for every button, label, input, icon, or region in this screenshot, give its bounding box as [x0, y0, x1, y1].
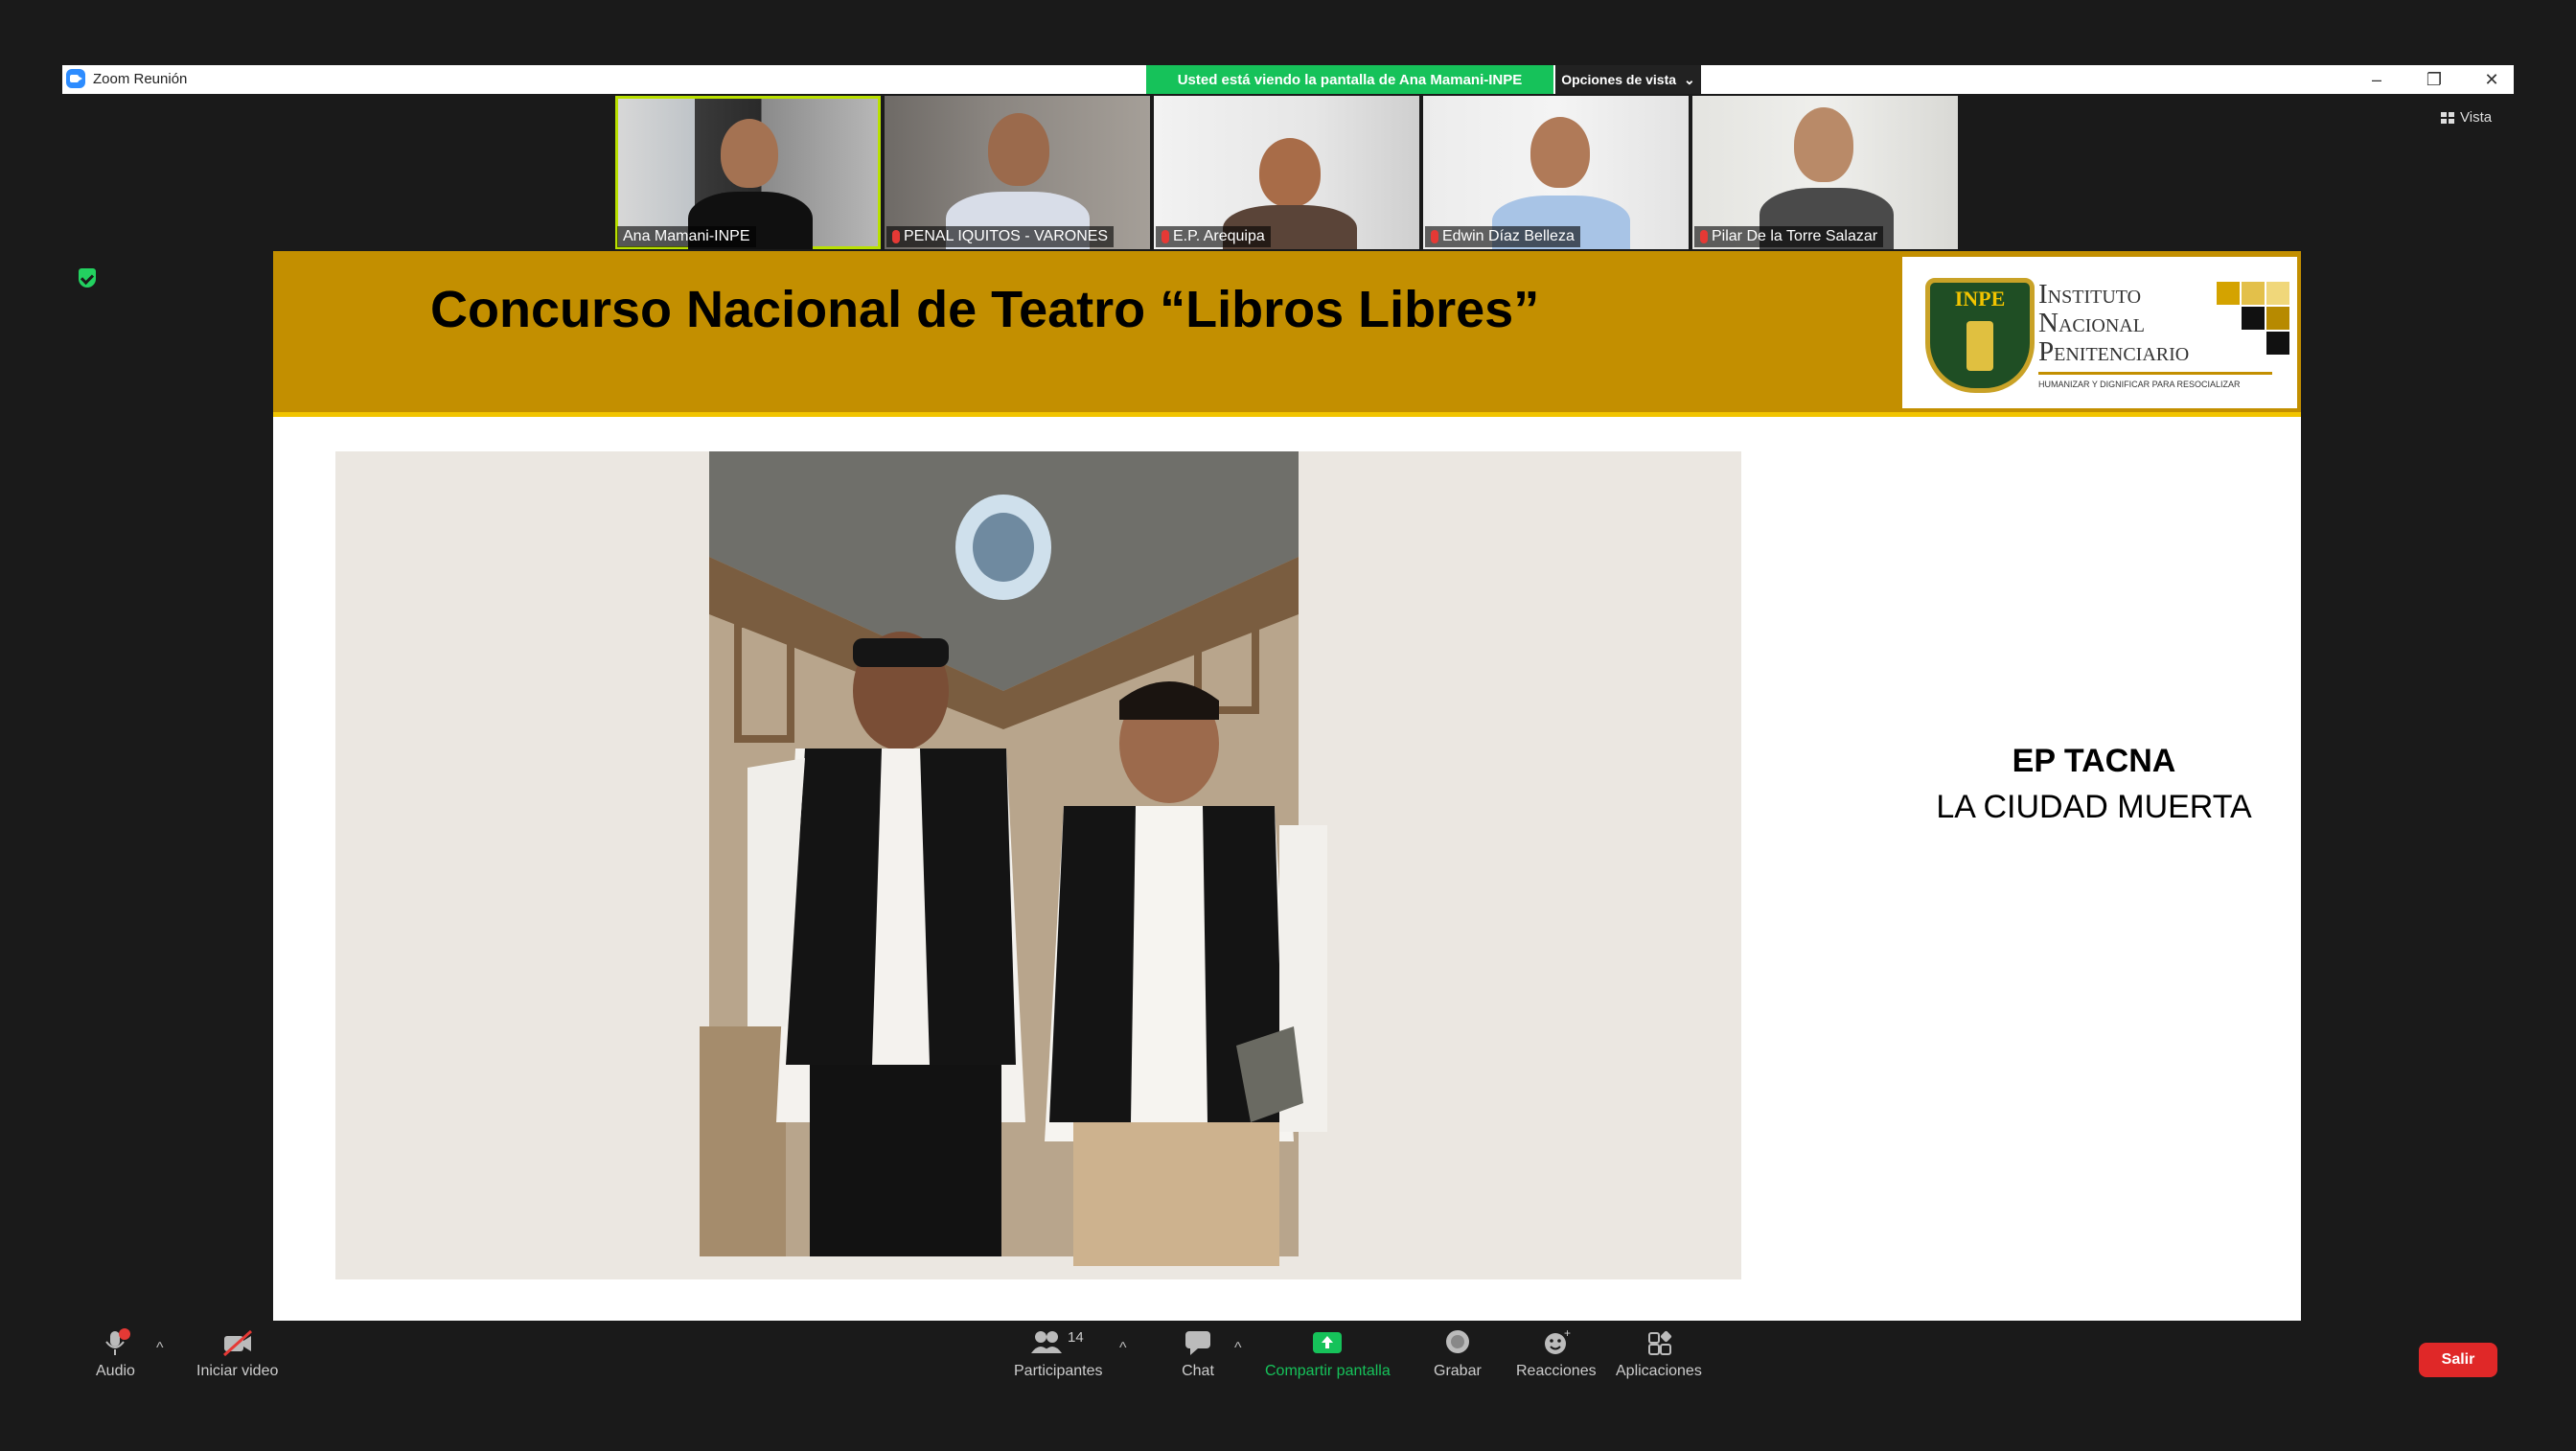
participant-name: Pilar De la Torre Salazar: [1694, 226, 1884, 247]
audio-button[interactable]: Audio: [96, 1328, 135, 1380]
reactions-button[interactable]: + Reacciones: [1516, 1326, 1597, 1380]
audio-options-caret[interactable]: ^: [156, 1340, 164, 1357]
slide-title: Concurso Nacional de Teatro “Libros Libr…: [430, 281, 1540, 338]
participant-tile[interactable]: E.P. Arequipa: [1154, 96, 1419, 249]
participant-name: Edwin Díaz Belleza: [1425, 226, 1580, 247]
close-icon[interactable]: ✕: [2481, 70, 2502, 90]
participant-face: [1794, 107, 1853, 182]
play-photo-illustration: [335, 451, 1741, 1279]
video-off-icon: [220, 1328, 255, 1357]
chevron-down-icon: ⌄: [1684, 71, 1695, 87]
svg-text:14: 14: [1068, 1329, 1084, 1346]
participant-tile[interactable]: Edwin Díaz Belleza: [1423, 96, 1689, 249]
shared-screen-slide: Concurso Nacional de Teatro “Libros Libr…: [273, 251, 2301, 1324]
zoom-logo-icon: [66, 69, 85, 88]
minimize-icon[interactable]: –: [2366, 70, 2387, 90]
participants-icon: 14: [1029, 1328, 1087, 1357]
vista-label: Vista: [2460, 109, 2493, 126]
participant-strip: Ana Mamani-INPE PENAL IQUITOS - VARONES …: [615, 96, 1958, 249]
participants-options-caret[interactable]: ^: [1119, 1340, 1127, 1357]
inpe-logo: INPE Instituto Nacional Penitenciario HU…: [1902, 257, 2297, 408]
muted-mic-icon: [892, 230, 900, 243]
restore-icon[interactable]: ❐: [2424, 70, 2445, 90]
view-options-label: Opciones de vista: [1561, 72, 1677, 87]
caption-subtitle: LA CIUDAD MUERTA: [1936, 789, 2252, 825]
chat-options-caret[interactable]: ^: [1234, 1340, 1242, 1357]
record-icon: [1440, 1328, 1475, 1357]
logo-tagline: HUMANIZAR Y DIGNIFICAR PARA RESOCIALIZAR: [2038, 380, 2241, 389]
participant-name: E.P. Arequipa: [1156, 226, 1271, 247]
window-title: Zoom Reunión: [93, 70, 188, 87]
participant-tile[interactable]: PENAL IQUITOS - VARONES: [885, 96, 1150, 249]
apps-button[interactable]: Aplicaciones: [1616, 1328, 1702, 1380]
caption-title: EP TACNA: [2012, 743, 2176, 779]
leave-meeting-button[interactable]: Salir: [2419, 1343, 2497, 1377]
window-controls: – ❐ ✕: [2366, 65, 2502, 94]
chat-icon: [1181, 1328, 1215, 1357]
view-options-button[interactable]: Opciones de vista ⌄: [1555, 65, 1701, 94]
share-banner: Usted está viendo la pantalla de Ana Mam…: [1146, 65, 1553, 94]
share-screen-button[interactable]: Compartir pantalla: [1265, 1328, 1391, 1380]
slide-caption: EP TACNA LA CIUDAD MUERTA: [1826, 738, 2362, 830]
logo-text: Instituto Nacional Penitenciario: [2038, 279, 2190, 367]
window-titlebar: Zoom Reunión Usted está viendo la pantal…: [62, 65, 2514, 94]
record-button[interactable]: Grabar: [1434, 1328, 1482, 1380]
apps-icon: [1642, 1328, 1676, 1357]
slide-header: Concurso Nacional de Teatro “Libros Libr…: [273, 251, 2301, 417]
share-screen-icon: [1310, 1328, 1345, 1357]
start-video-button[interactable]: Iniciar video: [196, 1328, 278, 1380]
inpe-shield-icon: INPE: [1925, 278, 2035, 393]
participant-face: [988, 113, 1049, 186]
participant-face: [1259, 138, 1321, 207]
participant-face: [721, 119, 778, 188]
muted-mic-icon: [1700, 230, 1708, 243]
participant-name: PENAL IQUITOS - VARONES: [886, 226, 1115, 247]
chat-button[interactable]: Chat: [1181, 1328, 1215, 1380]
gallery-view-button[interactable]: Vista: [2441, 109, 2492, 126]
play-photo: [335, 451, 1741, 1279]
muted-mic-icon: [1162, 230, 1169, 243]
muted-mic-icon: [1431, 230, 1438, 243]
security-shield-icon[interactable]: [79, 268, 96, 288]
microphone-icon: [98, 1328, 132, 1357]
participant-tile[interactable]: Ana Mamani-INPE: [615, 96, 881, 249]
participant-tile[interactable]: Pilar De la Torre Salazar: [1692, 96, 1958, 249]
svg-text:+: +: [1564, 1328, 1571, 1340]
participant-name: Ana Mamani-INPE: [617, 226, 756, 247]
grid-icon: [2441, 111, 2454, 124]
reactions-icon: +: [1539, 1326, 1574, 1357]
participants-button[interactable]: 14 Participantes: [1014, 1328, 1103, 1380]
app-title: Zoom Reunión: [66, 69, 187, 88]
participant-face: [1530, 117, 1590, 188]
